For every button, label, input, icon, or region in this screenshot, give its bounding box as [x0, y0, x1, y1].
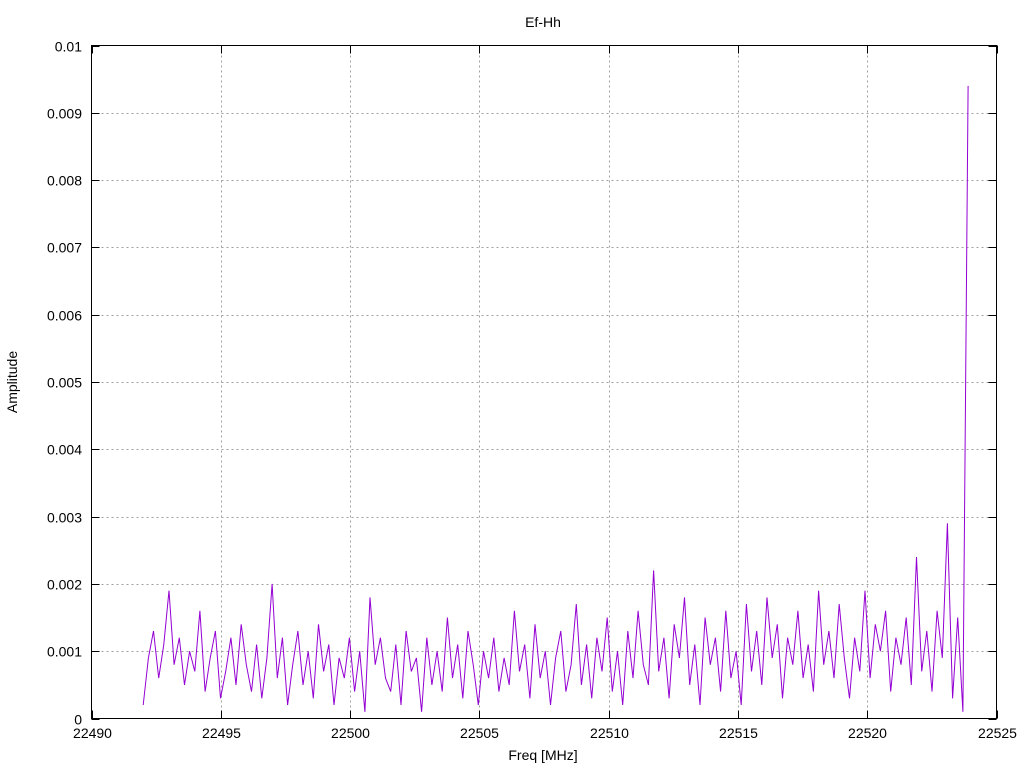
x-tick-label: 22520	[848, 725, 887, 741]
x-tick-label: 22505	[460, 725, 499, 741]
x-tick-label: 22510	[590, 725, 629, 741]
y-tick-label: 0.004	[47, 442, 82, 458]
y-tick-label: 0.001	[47, 644, 82, 660]
x-tick-label: 22500	[331, 725, 370, 741]
series-line	[142, 85, 969, 712]
chart-title: Ef-Hh	[525, 14, 561, 30]
y-tick-label: 0.008	[47, 173, 82, 189]
y-tick-labels: 0 0.001 0.002 0.003 0.004 0.005 0.006 0.007 0.00…	[47, 39, 82, 728]
y-tick-label: 0.007	[47, 240, 82, 256]
chart: 22490 22495 22500 22505 22510 22515 22520 22525…	[4, 14, 1017, 763]
grid	[91, 45, 997, 719]
x-tick-label: 22515	[719, 725, 758, 741]
y-tick-label: 0.005	[47, 375, 82, 391]
y-tick-label: 0.003	[47, 510, 82, 526]
y-tick-label: 0.01	[55, 39, 82, 55]
y-tick-label: 0.006	[47, 308, 82, 324]
series-group	[142, 85, 969, 712]
x-axis-label: Freq [MHz]	[508, 747, 577, 763]
y-tick-label: 0.009	[47, 106, 82, 122]
y-tick-label: 0.002	[47, 577, 82, 593]
x-tick-labels: 22490 22495 22500 22505 22510 22515 22520 22525	[73, 725, 1017, 741]
x-tick-label: 22495	[202, 725, 241, 741]
y-tick-label: 0	[74, 712, 82, 728]
x-tick-label: 22525	[978, 725, 1017, 741]
y-axis-label: Amplitude	[4, 351, 20, 413]
